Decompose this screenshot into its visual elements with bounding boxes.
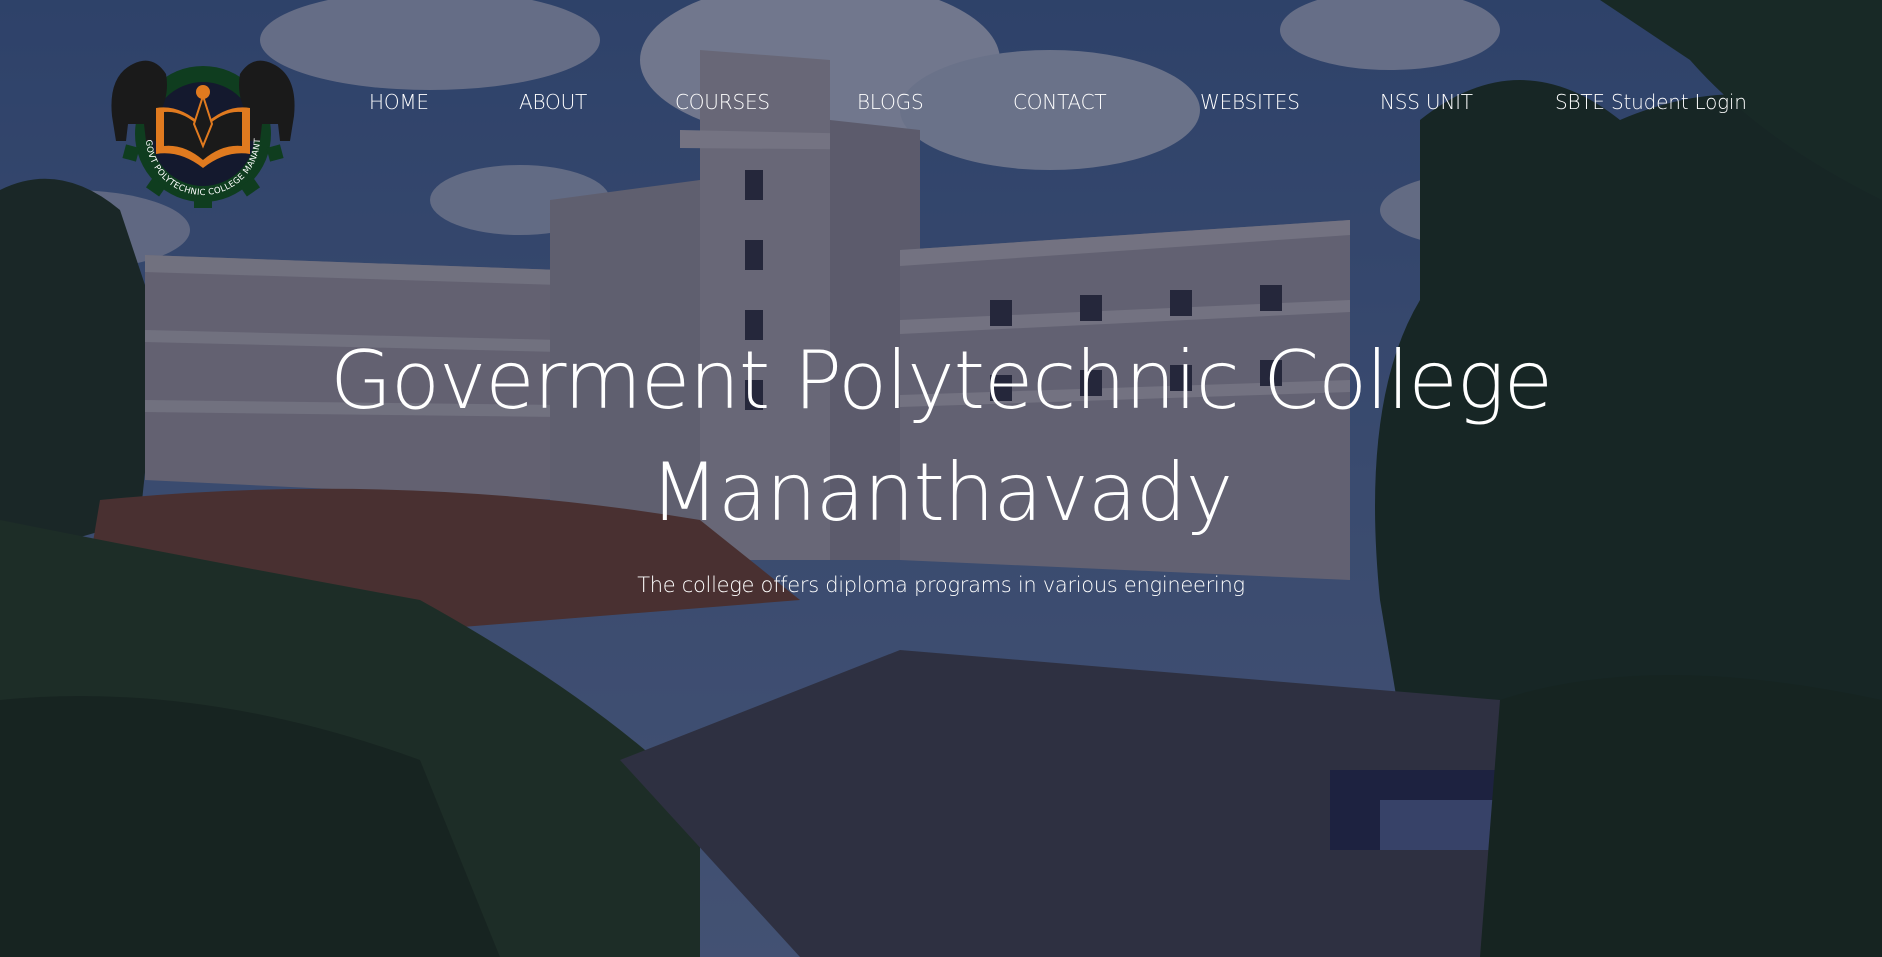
nav-contact-link[interactable]: CONTACT [1013, 90, 1107, 114]
college-logo[interactable]: GOVT POLYTECHNIC COLLEGE MANANTHAVADY [108, 46, 298, 208]
nav-courses-link[interactable]: COURSES [675, 90, 770, 114]
nav-sbte-login-link[interactable]: SBTE Student Login [1555, 90, 1747, 114]
hero-section: GOVT POLYTECHNIC COLLEGE MANANTHAVADY HO… [0, 0, 1882, 957]
main-nav: HOME ABOUT COURSES BLOGS CONTACT WEBSITE… [0, 90, 1882, 120]
nav-websites-link[interactable]: WEBSITES [1200, 90, 1300, 114]
hero-subtitle: The college offers diploma programs in v… [637, 573, 1245, 597]
nav-blogs-link[interactable]: BLOGS [857, 90, 924, 114]
nav-home-link[interactable]: HOME [369, 90, 429, 114]
nav-nss-unit-link[interactable]: NSS UNIT [1380, 90, 1473, 114]
hero-title-line-2: Mananthavady [649, 446, 1233, 539]
hero-title: Goverment Polytechnic College Mananthava… [0, 325, 1882, 549]
nav-about-link[interactable]: ABOUT [519, 90, 587, 114]
hero-title-line-1: Goverment Polytechnic College [330, 334, 1553, 427]
